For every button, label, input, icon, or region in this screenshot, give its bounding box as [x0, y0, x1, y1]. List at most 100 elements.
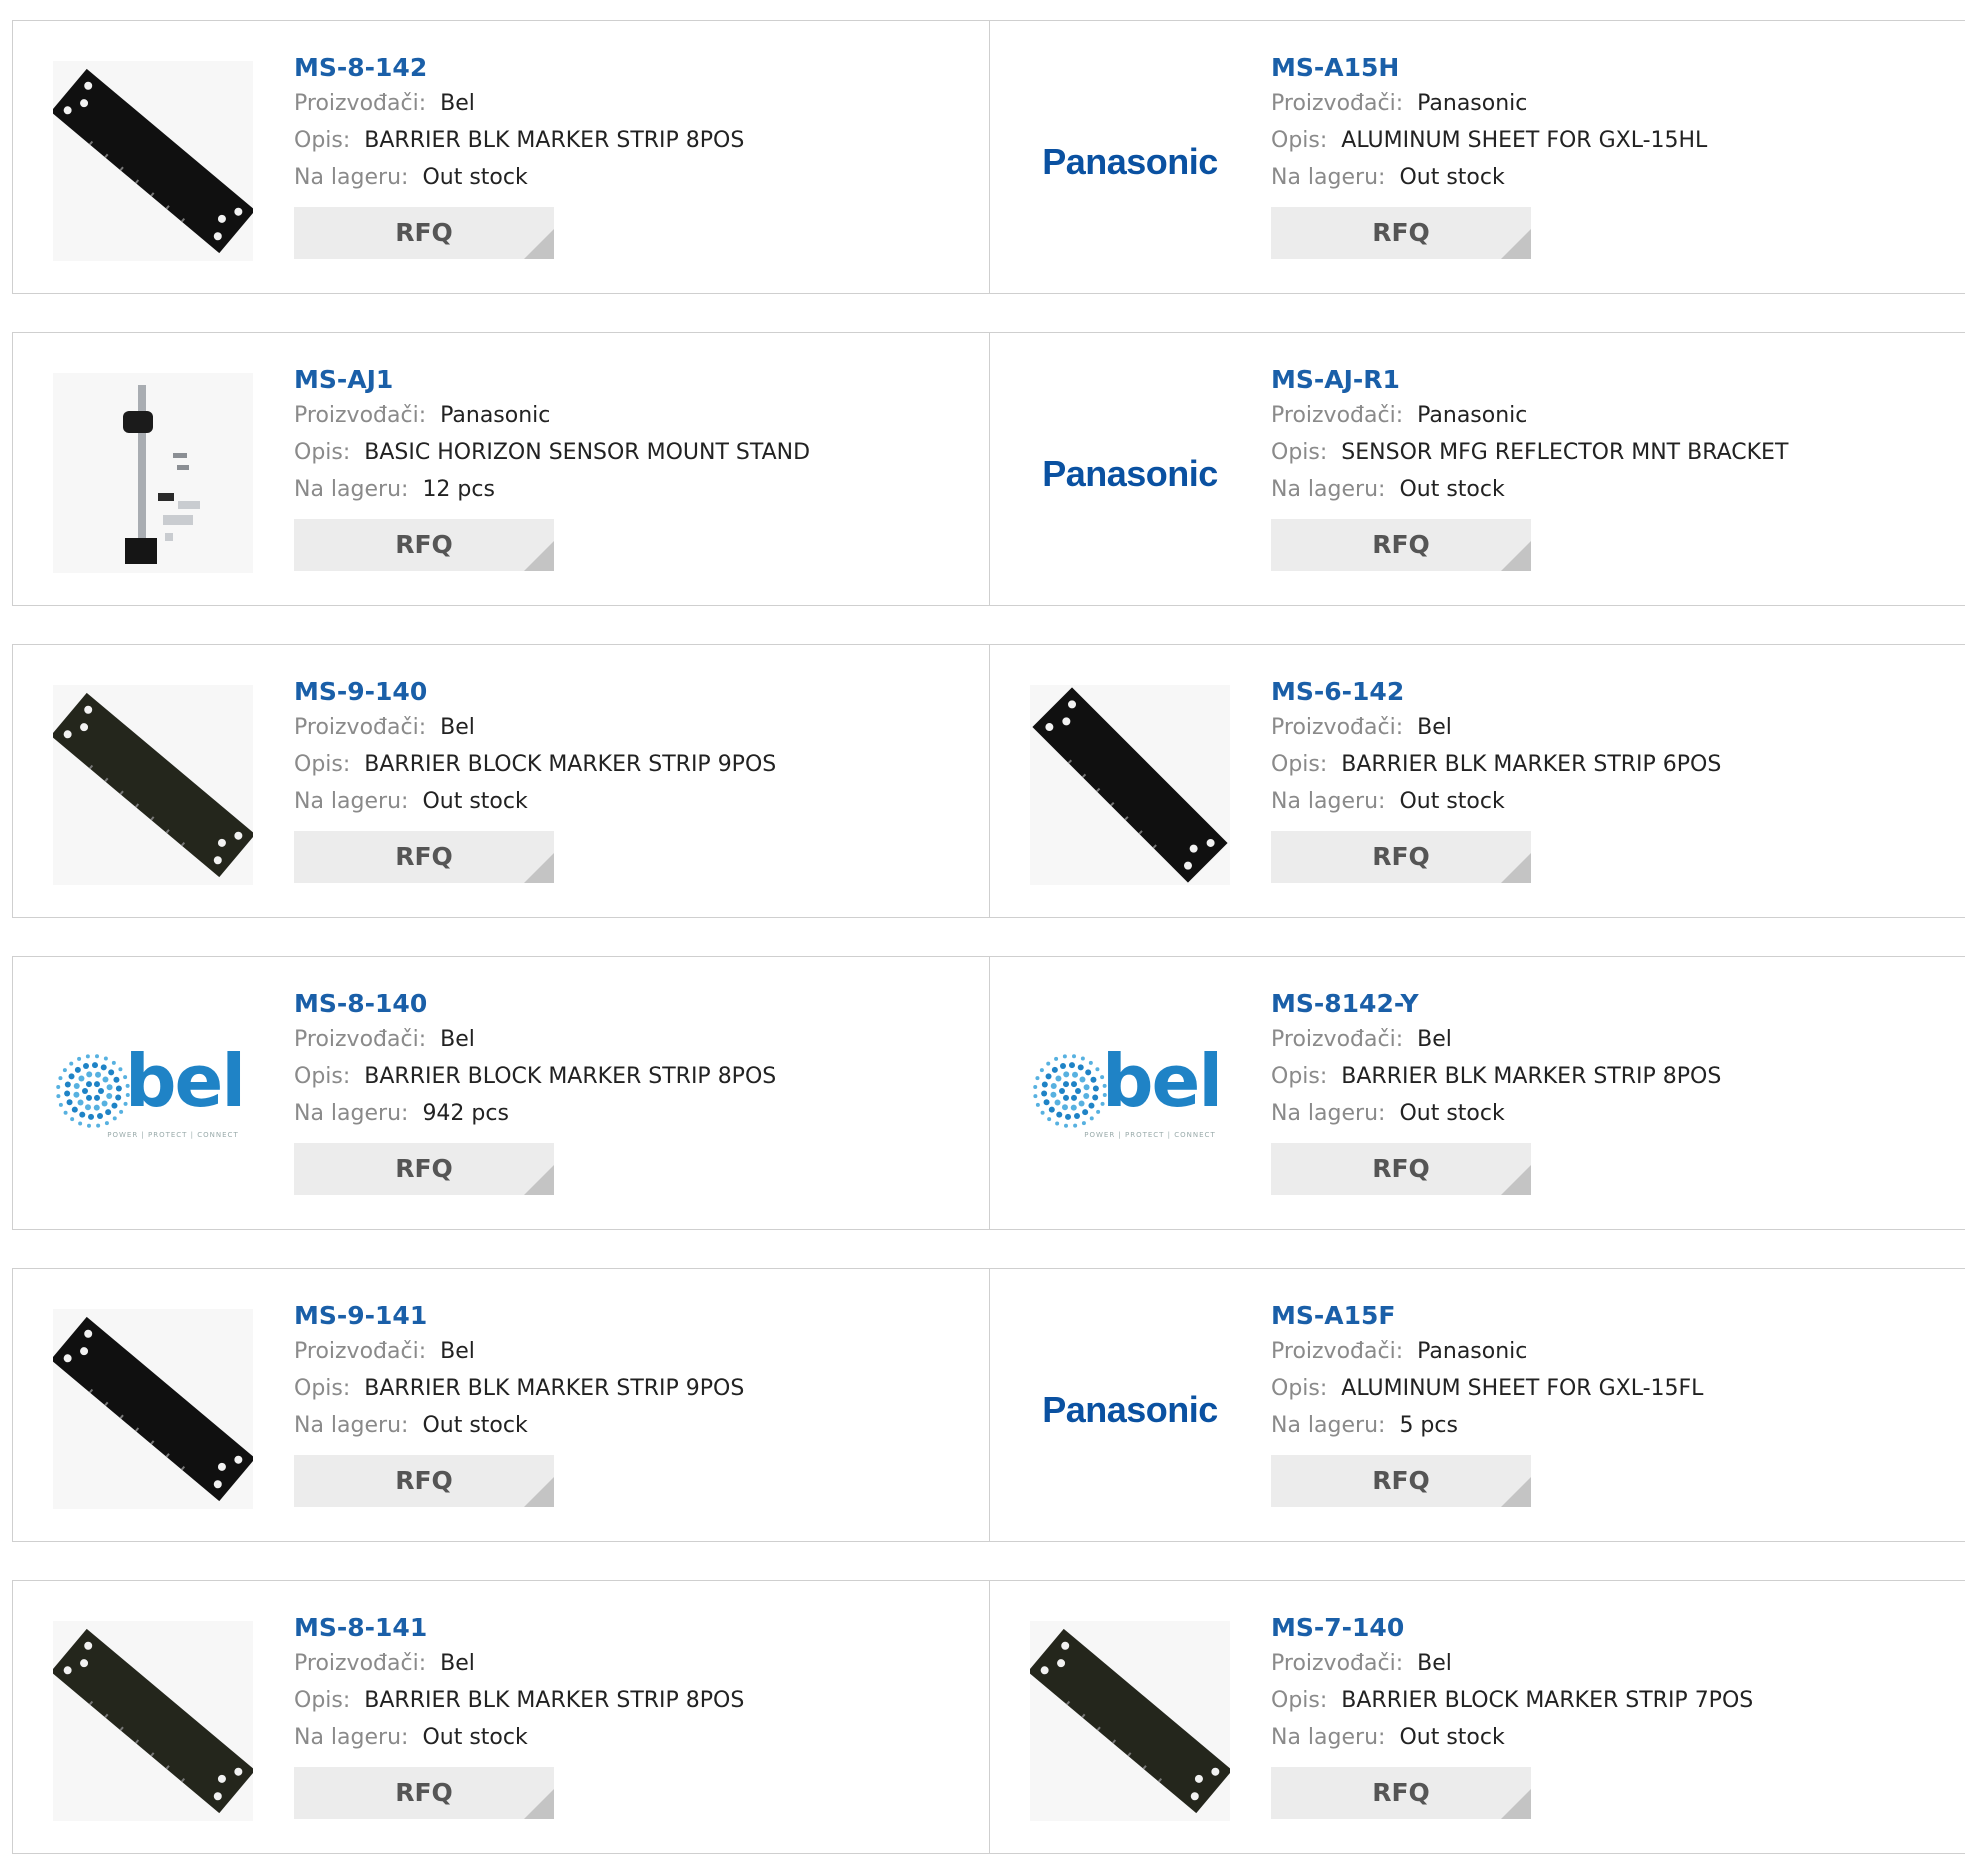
part-number-link[interactable]: MS-8142-Y	[1271, 987, 1721, 1021]
part-number-link[interactable]: MS-6-142	[1271, 675, 1721, 709]
product-info: MS-8142-Y Proizvođači: Bel Opis: BARRIER BLK…	[1271, 987, 1721, 1195]
panasonic-logo[interactable]: Panasonic	[1030, 373, 1230, 573]
product-image[interactable]	[53, 1309, 253, 1509]
part-number-link[interactable]: MS-8-141	[294, 1611, 744, 1645]
description-line: Opis: BARRIER BLK MARKER STRIP 8POS	[294, 1682, 744, 1719]
product-image[interactable]	[1030, 1621, 1230, 1821]
part-number-link[interactable]: MS-9-140	[294, 675, 776, 709]
panasonic-logo[interactable]: Panasonic	[1030, 61, 1230, 261]
rfq-button[interactable]: RFQ	[294, 1455, 554, 1507]
description-label: Opis:	[294, 1688, 351, 1713]
stock-line: Na lageru: Out stock	[1271, 471, 1788, 508]
manufacturer-value[interactable]: Bel	[1417, 715, 1452, 740]
product-row: MS-9-140 Proizvođači: Bel Opis: BARRIER BLOC…	[12, 644, 1965, 918]
product-card: Panasonic MS-A15H Proizvođači: Panasonic Opi…	[990, 21, 1965, 293]
corner-triangle-icon	[524, 229, 554, 259]
manufacturer-value[interactable]: Bel	[440, 715, 475, 740]
description-value: BARRIER BLK MARKER STRIP 6POS	[1341, 752, 1722, 777]
part-number-link[interactable]: MS-9-141	[294, 1299, 744, 1333]
stock-value: Out stock	[1399, 477, 1505, 502]
stock-line: Na lageru: Out stock	[1271, 1719, 1753, 1756]
description-line: Opis: BARRIER BLK MARKER STRIP 8POS	[1271, 1058, 1721, 1095]
manufacturer-label: Proizvođači:	[1271, 91, 1404, 116]
manufacturer-value[interactable]: Panasonic	[440, 403, 550, 428]
manufacturer-label: Proizvođači:	[294, 1027, 427, 1052]
description-line: Opis: BARRIER BLK MARKER STRIP 8POS	[294, 122, 744, 159]
rfq-button[interactable]: RFQ	[294, 831, 554, 883]
manufacturer-label: Proizvođači:	[294, 715, 427, 740]
description-label: Opis:	[1271, 1376, 1328, 1401]
rfq-button[interactable]: RFQ	[294, 207, 554, 259]
manufacturer-value[interactable]: Bel	[1417, 1027, 1452, 1052]
product-image[interactable]	[53, 1621, 253, 1821]
stock-value: Out stock	[1399, 165, 1505, 190]
product-info: MS-9-141 Proizvođači: Bel Opis: BARRIER BLK …	[294, 1299, 744, 1507]
manufacturer-value[interactable]: Panasonic	[1417, 1339, 1527, 1364]
description-line: Opis: SENSOR MFG REFLECTOR MNT BRACKET	[1271, 434, 1788, 471]
description-value: BASIC HORIZON SENSOR MOUNT STAND	[364, 440, 811, 465]
manufacturer-value[interactable]: Bel	[1417, 1651, 1452, 1676]
bel-logo[interactable]: bel POWER | PROTECT | CONNECT	[1030, 997, 1230, 1197]
corner-triangle-icon	[524, 1165, 554, 1195]
product-card: bel POWER | PROTECT | CONNECT MS-8-140 Proi…	[13, 957, 989, 1229]
product-image[interactable]	[53, 61, 253, 261]
part-number-link[interactable]: MS-A15H	[1271, 51, 1707, 85]
corner-triangle-icon	[524, 1477, 554, 1507]
part-number-link[interactable]: MS-8-140	[294, 987, 776, 1021]
manufacturer-value[interactable]: Panasonic	[1417, 403, 1527, 428]
description-label: Opis:	[294, 440, 351, 465]
part-number-link[interactable]: MS-7-140	[1271, 1611, 1753, 1645]
product-card: MS-8-141 Proizvođači: Bel Opis: BARRIER BLK …	[13, 1581, 989, 1853]
rfq-button[interactable]: RFQ	[1271, 1143, 1531, 1195]
bel-logo-text: bel	[125, 1039, 246, 1123]
rfq-label: RFQ	[1372, 218, 1430, 247]
part-number-link[interactable]: MS-8-142	[294, 51, 744, 85]
description-value: ALUMINUM SHEET FOR GXL-15FL	[1341, 1376, 1704, 1401]
stock-label: Na lageru:	[1271, 1725, 1386, 1750]
corner-triangle-icon	[524, 541, 554, 571]
rfq-button[interactable]: RFQ	[1271, 207, 1531, 259]
description-label: Opis:	[1271, 1688, 1328, 1713]
part-number-link[interactable]: MS-AJ1	[294, 363, 810, 397]
stock-value: 12 pcs	[422, 477, 495, 502]
description-value: BARRIER BLOCK MARKER STRIP 9POS	[364, 752, 777, 777]
product-row: MS-AJ1 Proizvođači: Panasonic Opis: BASIC HO…	[12, 332, 1965, 606]
manufacturer-value[interactable]: Bel	[440, 91, 475, 116]
part-number-link[interactable]: MS-A15F	[1271, 1299, 1703, 1333]
manufacturer-line: Proizvođači: Bel	[294, 1645, 744, 1682]
bel-logo-text: bel	[1102, 1039, 1223, 1123]
description-value: BARRIER BLOCK MARKER STRIP 8POS	[364, 1064, 777, 1089]
description-value: ALUMINUM SHEET FOR GXL-15HL	[1341, 128, 1708, 153]
rfq-button[interactable]: RFQ	[294, 1767, 554, 1819]
manufacturer-value[interactable]: Bel	[440, 1339, 475, 1364]
rfq-button[interactable]: RFQ	[294, 519, 554, 571]
manufacturer-value[interactable]: Bel	[440, 1027, 475, 1052]
manufacturer-value[interactable]: Panasonic	[1417, 91, 1527, 116]
product-image[interactable]	[53, 685, 253, 885]
product-row: MS-8-142 Proizvođači: Bel Opis: BARRIER BLK …	[12, 20, 1965, 294]
stock-value: Out stock	[1399, 1725, 1505, 1750]
rfq-label: RFQ	[395, 1466, 453, 1495]
corner-triangle-icon	[1501, 541, 1531, 571]
product-row: bel POWER | PROTECT | CONNECT MS-8-140 Proi…	[12, 956, 1965, 1230]
product-card: MS-6-142 Proizvođači: Bel Opis: BARRIER BLK …	[990, 645, 1965, 917]
product-image[interactable]	[1030, 685, 1230, 885]
rfq-button[interactable]: RFQ	[1271, 1455, 1531, 1507]
product-image[interactable]	[53, 373, 253, 573]
rfq-button[interactable]: RFQ	[1271, 831, 1531, 883]
rfq-button[interactable]: RFQ	[294, 1143, 554, 1195]
rfq-button[interactable]: RFQ	[1271, 519, 1531, 571]
description-value: BARRIER BLOCK MARKER STRIP 7POS	[1341, 1688, 1754, 1713]
stock-line: Na lageru: 12 pcs	[294, 471, 810, 508]
stock-label: Na lageru:	[294, 789, 409, 814]
rfq-button[interactable]: RFQ	[1271, 1767, 1531, 1819]
bel-tagline: POWER | PROTECT | CONNECT	[1084, 1131, 1216, 1139]
panasonic-logo[interactable]: Panasonic	[1030, 1309, 1230, 1509]
bel-logo[interactable]: bel POWER | PROTECT | CONNECT	[53, 997, 253, 1197]
part-number-link[interactable]: MS-AJ-R1	[1271, 363, 1788, 397]
manufacturer-label: Proizvođači:	[1271, 1027, 1404, 1052]
manufacturer-value[interactable]: Bel	[440, 1651, 475, 1676]
description-value: BARRIER BLK MARKER STRIP 8POS	[1341, 1064, 1722, 1089]
corner-triangle-icon	[1501, 1477, 1531, 1507]
stock-line: Na lageru: Out stock	[294, 159, 744, 196]
